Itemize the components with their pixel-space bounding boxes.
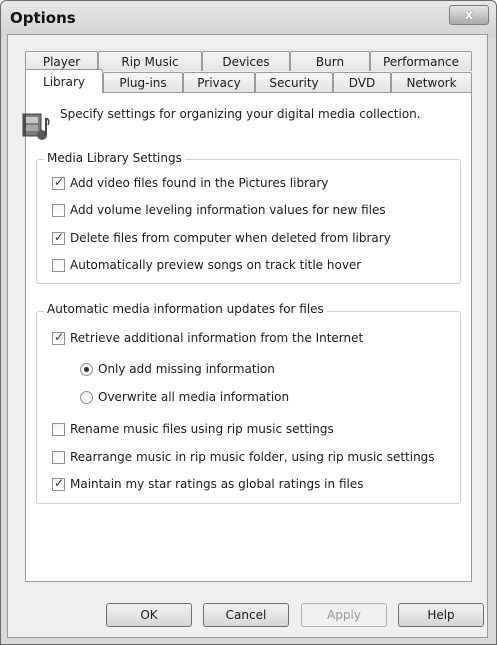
checkbox-label: Rearrange music in rip music folder, usi…	[70, 450, 435, 464]
checkbox-label: Rename music files using rip music setti…	[70, 422, 334, 436]
radio-button[interactable]	[80, 362, 93, 376]
checkbox-label: Add volume leveling information values f…	[70, 203, 386, 217]
auto-preview-checkbox[interactable]: Automatically preview songs on track tit…	[52, 258, 361, 272]
tab-devices[interactable]: Devices	[202, 51, 290, 71]
tab-dvd-label: DVD	[348, 75, 376, 90]
delete-files-checkbox[interactable]: Delete files from computer when deleted …	[52, 230, 391, 245]
checkbox-label: Automatically preview songs on track tit…	[70, 258, 362, 272]
tab-devices-label: Devices	[222, 54, 270, 69]
tab-network[interactable]: Network	[391, 72, 472, 92]
ok-label: OK	[140, 608, 158, 622]
tab-player-label: Player	[42, 54, 81, 69]
checkbox-box[interactable]	[52, 203, 65, 217]
tab-performance[interactable]: Performance	[370, 51, 472, 71]
retrieve-info-checkbox[interactable]: Retrieve additional information from the…	[52, 330, 364, 345]
media-library-icon	[22, 113, 50, 140]
tab-security[interactable]: Security	[255, 72, 333, 92]
help-button[interactable]: Help	[398, 603, 484, 627]
tab-dvd[interactable]: DVD	[333, 72, 391, 92]
automatic-updates-legend: Automatic media information updates for …	[44, 302, 327, 316]
rename-music-files-checkbox[interactable]: Rename music files using rip music setti…	[52, 422, 334, 436]
only-add-missing-radio[interactable]: Only add missing information	[80, 362, 275, 376]
overwrite-all-radio[interactable]: Overwrite all media information	[80, 390, 289, 404]
tab-plug-ins-label: Plug-ins	[119, 75, 167, 90]
tab-burn[interactable]: Burn	[290, 51, 370, 71]
checkbox-box[interactable]	[52, 450, 65, 464]
tab-player[interactable]: Player	[25, 51, 98, 71]
checkbox-label: Delete files from computer when deleted …	[70, 231, 391, 245]
rearrange-music-checkbox[interactable]: Rearrange music in rip music folder, usi…	[52, 450, 435, 464]
help-label: Help	[427, 608, 455, 622]
window-title: Options	[10, 9, 76, 27]
tab-performance-label: Performance	[382, 54, 460, 69]
tab-library[interactable]: Library	[25, 69, 103, 93]
checkbox-label: Retrieve additional information from the…	[70, 331, 364, 345]
radio-label: Overwrite all media information	[98, 390, 290, 404]
maintain-star-ratings-checkbox[interactable]: Maintain my star ratings as global ratin…	[52, 476, 364, 491]
checkbox-label: Add video files found in the Pictures li…	[70, 176, 329, 190]
intro-text: Specify settings for organizing your dig…	[60, 107, 421, 121]
tab-privacy-label: Privacy	[197, 75, 241, 90]
tab-library-label: Library	[43, 74, 85, 89]
checkbox-box[interactable]	[52, 476, 65, 491]
checkbox-box[interactable]	[52, 175, 65, 190]
media-library-settings-legend: Media Library Settings	[44, 151, 185, 165]
close-button[interactable]: x	[449, 5, 489, 25]
title-bar: Options x	[1, 1, 496, 37]
radio-button[interactable]	[80, 390, 93, 404]
tab-burn-label: Burn	[315, 54, 345, 69]
checkbox-label: Maintain my star ratings as global ratin…	[70, 477, 364, 491]
tab-security-label: Security	[269, 75, 319, 90]
checkbox-box[interactable]	[52, 330, 65, 345]
add-volume-leveling-checkbox[interactable]: Add volume leveling information values f…	[52, 203, 386, 217]
tab-privacy[interactable]: Privacy	[183, 72, 255, 92]
tab-network-label: Network	[406, 75, 457, 90]
checkbox-box[interactable]	[52, 230, 65, 245]
ok-button[interactable]: OK	[106, 603, 192, 627]
radio-label: Only add missing information	[98, 362, 275, 376]
apply-label: Apply	[327, 608, 361, 622]
apply-button[interactable]: Apply	[301, 603, 387, 627]
checkbox-box[interactable]	[52, 422, 65, 436]
add-video-files-checkbox[interactable]: Add video files found in the Pictures li…	[52, 175, 329, 190]
tab-plug-ins[interactable]: Plug-ins	[103, 72, 183, 92]
cancel-label: Cancel	[225, 608, 267, 622]
cancel-button[interactable]: Cancel	[203, 603, 289, 627]
close-icon: x	[464, 7, 474, 23]
tab-rip-music[interactable]: Rip Music	[98, 51, 202, 71]
tab-rip-music-label: Rip Music	[121, 54, 179, 69]
checkbox-box[interactable]	[52, 258, 65, 272]
